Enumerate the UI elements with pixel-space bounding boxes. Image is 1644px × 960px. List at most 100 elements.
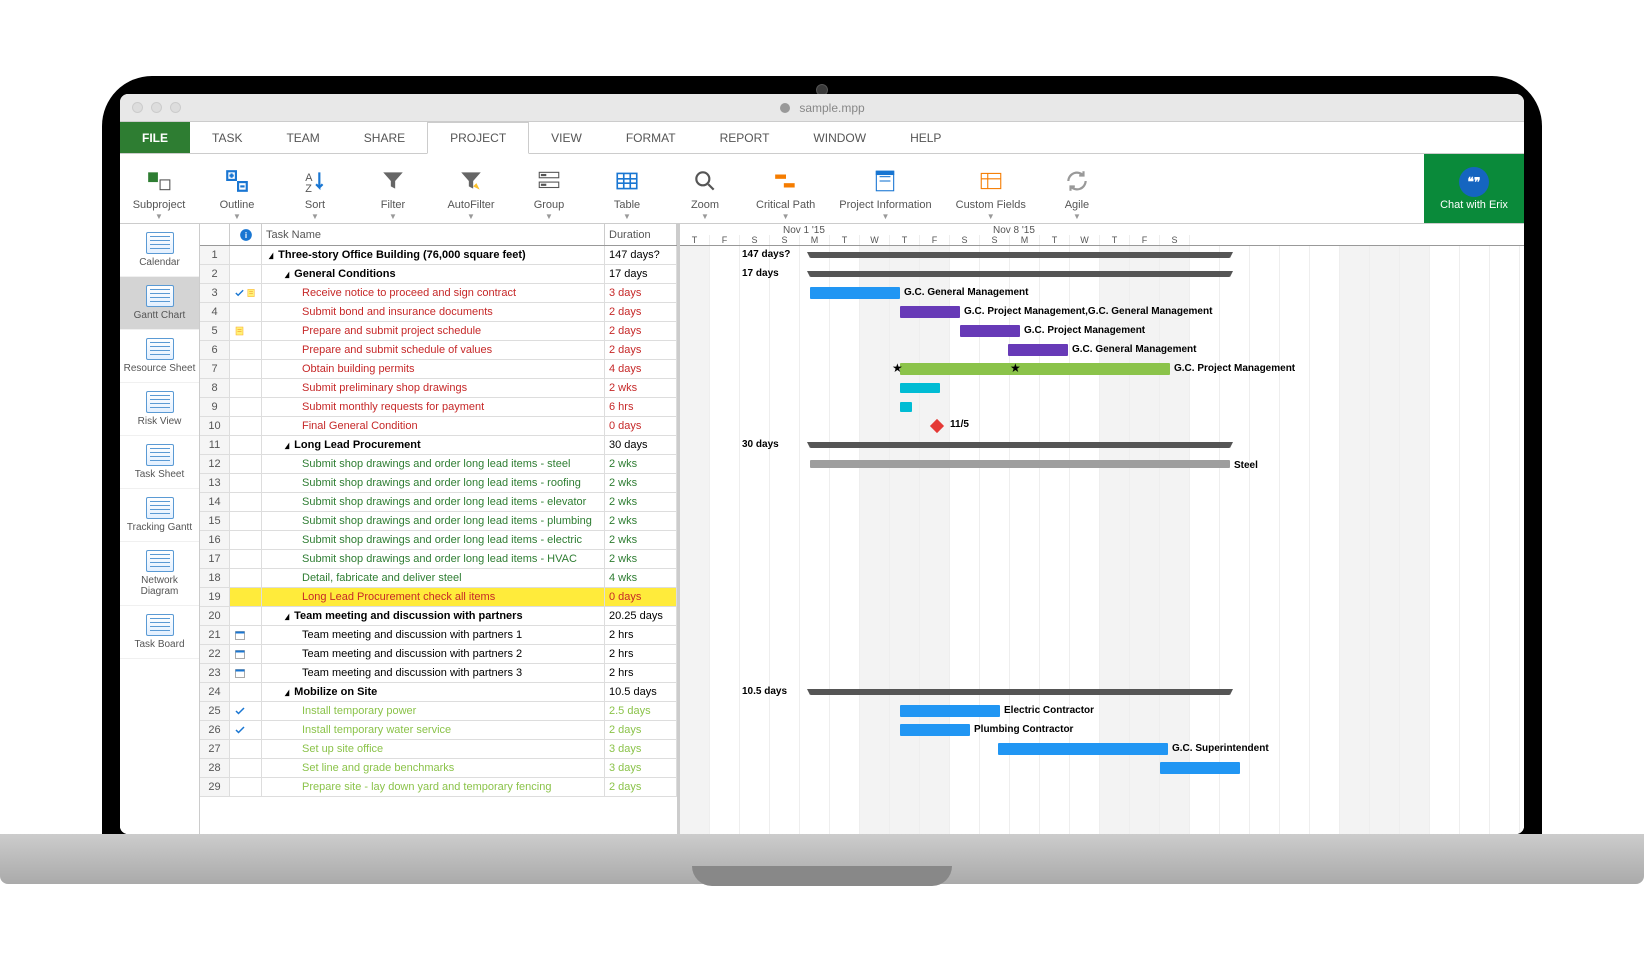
duration-cell[interactable]: 2 wks — [605, 379, 677, 397]
task-row[interactable]: 6Prepare and submit schedule of values2 … — [200, 341, 677, 360]
duration-cell[interactable]: 2 hrs — [605, 626, 677, 644]
col-duration[interactable]: Duration — [605, 224, 677, 245]
task-name-cell[interactable]: Team meeting and discussion with partner… — [262, 626, 605, 644]
row-number[interactable]: 26 — [200, 721, 230, 739]
row-number[interactable]: 20 — [200, 607, 230, 625]
menu-tab-help[interactable]: HELP — [888, 122, 963, 153]
sidebar-risk-view[interactable]: Risk View — [120, 383, 199, 436]
task-name-cell[interactable]: Submit shop drawings and order long lead… — [262, 531, 605, 549]
duration-cell[interactable]: 3 days — [605, 284, 677, 302]
summary-bar[interactable] — [810, 271, 1230, 277]
task-row[interactable]: 20 Team meeting and discussion with partn… — [200, 607, 677, 626]
task-row[interactable]: 17Submit shop drawings and order long le… — [200, 550, 677, 569]
menu-tab-format[interactable]: FORMAT — [604, 122, 698, 153]
row-number[interactable]: 25 — [200, 702, 230, 720]
duration-cell[interactable]: 4 days — [605, 360, 677, 378]
duration-cell[interactable]: 3 days — [605, 759, 677, 777]
task-row[interactable]: 25Install temporary power2.5 days — [200, 702, 677, 721]
task-row[interactable]: 13 Submit shop drawings and order long le… — [200, 474, 677, 493]
sidebar-task-board[interactable]: Task Board — [120, 606, 199, 659]
task-bar[interactable]: G.C. General Management — [1008, 344, 1068, 356]
row-number[interactable]: 21 — [200, 626, 230, 644]
col-rownum[interactable] — [200, 224, 230, 245]
row-number[interactable]: 2 — [200, 265, 230, 283]
ribbon-filter[interactable]: Filter▼ — [354, 154, 432, 223]
task-row[interactable]: 3Receive notice to proceed and sign cont… — [200, 284, 677, 303]
summary-bar[interactable] — [810, 252, 1230, 258]
row-number[interactable]: 15 — [200, 512, 230, 530]
task-name-cell[interactable]: Submit shop drawings and order long lead… — [262, 493, 605, 511]
task-row[interactable]: 28Set line and grade benchmarks3 days — [200, 759, 677, 778]
task-name-cell[interactable]: Submit shop drawings and order long lead… — [262, 455, 605, 473]
task-name-cell[interactable]: Team meeting and discussion with partner… — [262, 607, 605, 625]
ribbon-zoom[interactable]: Zoom▼ — [666, 154, 744, 223]
task-row[interactable]: 10 Final General Condition0 days — [200, 417, 677, 436]
row-number[interactable]: 12 — [200, 455, 230, 473]
task-bar[interactable]: Plumbing Contractor — [900, 724, 970, 736]
duration-cell[interactable]: 0 days — [605, 417, 677, 435]
task-row[interactable]: 29Prepare site - lay down yard and tempo… — [200, 778, 677, 797]
row-number[interactable]: 13 — [200, 474, 230, 492]
task-row[interactable]: 18Detail, fabricate and deliver steel4 w… — [200, 569, 677, 588]
task-row[interactable]: 4Submit bond and insurance documents2 da… — [200, 303, 677, 322]
milestone-icon[interactable] — [930, 419, 944, 433]
task-name-cell[interactable]: Team meeting and discussion with partner… — [262, 645, 605, 663]
col-taskname[interactable]: Task Name — [262, 224, 605, 245]
ribbon-subproject[interactable]: Subproject▼ — [120, 154, 198, 223]
duration-cell[interactable]: 2 wks — [605, 474, 677, 492]
sidebar-resource-sheet[interactable]: Resource Sheet — [120, 330, 199, 383]
duration-cell[interactable]: 2 days — [605, 341, 677, 359]
task-bar[interactable]: G.C. General Management — [810, 287, 900, 299]
ribbon-outline[interactable]: Outline▼ — [198, 154, 276, 223]
row-number[interactable]: 19 — [200, 588, 230, 606]
ribbon-sort[interactable]: AZSort▼ — [276, 154, 354, 223]
ribbon-custom-fields[interactable]: Custom Fields▼ — [944, 154, 1038, 223]
row-number[interactable]: 6 — [200, 341, 230, 359]
task-name-cell[interactable]: Submit shop drawings and order long lead… — [262, 512, 605, 530]
task-name-cell[interactable]: Long Lead Procurement — [262, 436, 605, 454]
duration-cell[interactable]: 2 hrs — [605, 664, 677, 682]
task-name-cell[interactable]: Submit shop drawings and order long lead… — [262, 474, 605, 492]
task-name-cell[interactable]: Prepare and submit project schedule — [262, 322, 605, 340]
row-number[interactable]: 10 — [200, 417, 230, 435]
menu-tab-window[interactable]: WINDOW — [791, 122, 888, 153]
task-bar[interactable]: Steel — [810, 460, 1230, 468]
task-row[interactable]: 19Long Lead Procurement check all items0… — [200, 588, 677, 607]
task-row[interactable]: 27Set up site office3 days — [200, 740, 677, 759]
traffic-lights[interactable] — [132, 102, 181, 113]
row-number[interactable]: 14 — [200, 493, 230, 511]
task-name-cell[interactable]: Obtain building permits — [262, 360, 605, 378]
task-row[interactable]: 22 Team meeting and discussion with partn… — [200, 645, 677, 664]
duration-cell[interactable]: 2 days — [605, 303, 677, 321]
task-name-cell[interactable]: Mobilize on Site — [262, 683, 605, 701]
duration-cell[interactable]: 30 days — [605, 436, 677, 454]
row-number[interactable]: 16 — [200, 531, 230, 549]
row-number[interactable]: 22 — [200, 645, 230, 663]
task-row[interactable]: 16 Submit shop drawings and order long le… — [200, 531, 677, 550]
duration-cell[interactable]: 3 days — [605, 740, 677, 758]
ribbon-group[interactable]: Group▼ — [510, 154, 588, 223]
row-number[interactable]: 9 — [200, 398, 230, 416]
sidebar-calendar[interactable]: Calendar — [120, 224, 199, 277]
ribbon-table[interactable]: Table▼ — [588, 154, 666, 223]
duration-cell[interactable]: 20.25 days — [605, 607, 677, 625]
duration-cell[interactable]: 2 hrs — [605, 645, 677, 663]
gantt-body[interactable]: 147 days?17 daysG.C. General ManagementG… — [680, 246, 1524, 834]
task-name-cell[interactable]: Submit preliminary shop drawings — [262, 379, 605, 397]
row-number[interactable]: 17 — [200, 550, 230, 568]
task-bar[interactable]: G.C. Project Management,G.C. General Man… — [900, 306, 960, 318]
task-row[interactable]: 2General Conditions17 days — [200, 265, 677, 284]
duration-cell[interactable]: 4 wks — [605, 569, 677, 587]
ribbon-project-information[interactable]: Project Information▼ — [827, 154, 943, 223]
task-bar[interactable]: G.C. Superintendent — [998, 743, 1168, 755]
task-row[interactable]: 1Three-story Office Building (76,000 squ… — [200, 246, 677, 265]
task-name-cell[interactable]: Detail, fabricate and deliver steel — [262, 569, 605, 587]
row-number[interactable]: 24 — [200, 683, 230, 701]
task-name-cell[interactable]: Final General Condition — [262, 417, 605, 435]
row-number[interactable]: 3 — [200, 284, 230, 302]
task-name-cell[interactable]: General Conditions — [262, 265, 605, 283]
duration-cell[interactable]: 2 wks — [605, 493, 677, 511]
duration-cell[interactable]: 2 wks — [605, 550, 677, 568]
task-bar[interactable] — [900, 383, 940, 393]
row-number[interactable]: 1 — [200, 246, 230, 264]
